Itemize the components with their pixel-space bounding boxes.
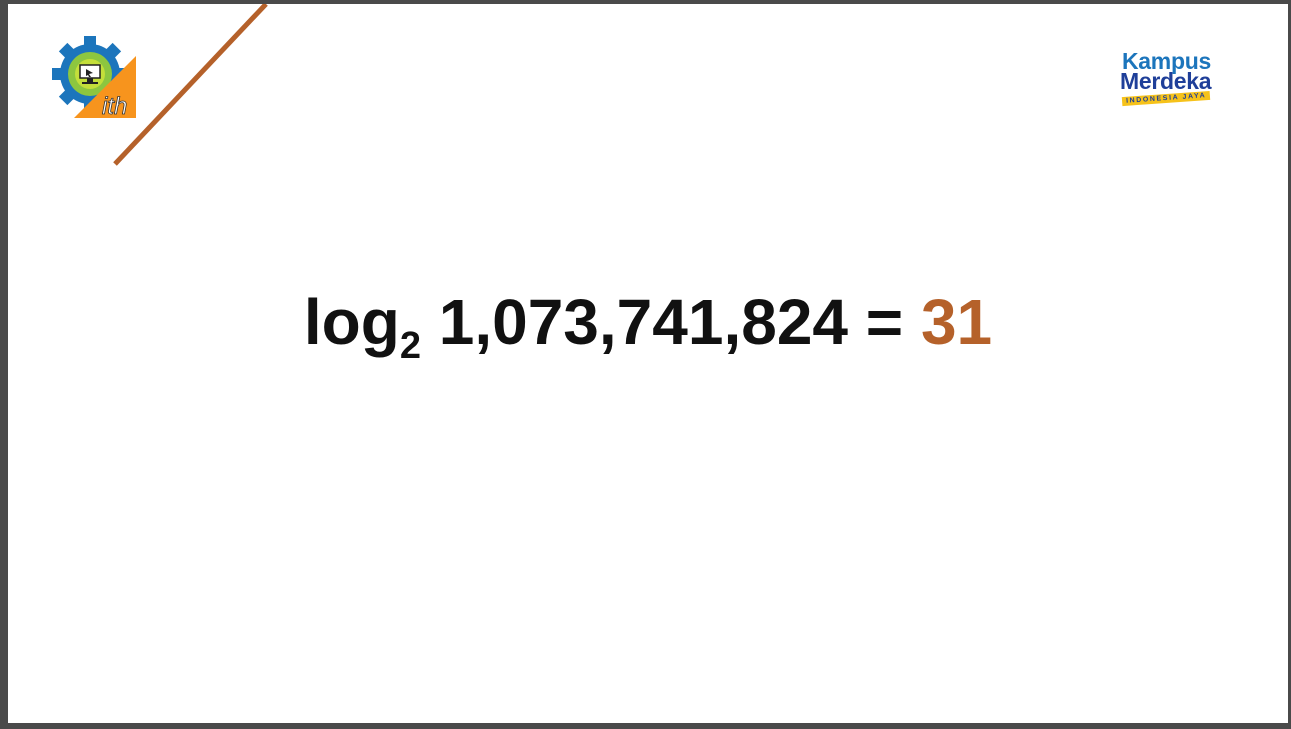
svg-text:ith: ith: [102, 93, 127, 120]
slide: ith Kampus Merdeka INDONESIA JAYA log2 1…: [8, 4, 1288, 723]
kampus-merdeka-logo: Kampus Merdeka INDONESIA JAYA: [1120, 50, 1244, 116]
equals-sign: =: [865, 286, 904, 358]
log-equation: log2 1,073,741,824 = 31: [8, 282, 1288, 372]
log-base: 2: [399, 325, 421, 367]
log-argument: 1,073,741,824: [438, 286, 849, 358]
log-result: 31: [920, 286, 993, 358]
ith-logo-icon: ith: [52, 36, 136, 120]
merdeka-text: Merdeka: [1120, 68, 1212, 94]
log-function: log: [303, 286, 400, 358]
